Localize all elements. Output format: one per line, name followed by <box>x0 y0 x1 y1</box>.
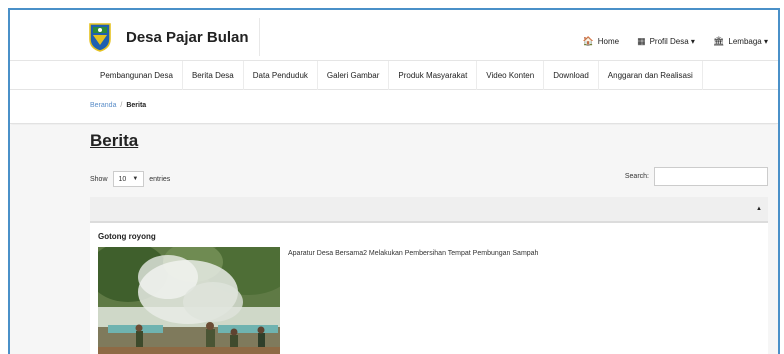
menu-item-data-penduduk[interactable]: Data Penduduk <box>244 61 318 91</box>
regency-logo-icon <box>89 23 111 52</box>
menu-item-download[interactable]: Download <box>544 61 599 91</box>
page-title: Berita <box>90 131 139 150</box>
table-row[interactable]: Gotong royong Aparatur Desa Bersama2 Mel… <box>90 223 768 354</box>
top-navigation: 🏠 Home ▦ Profil Desa ▾ 🏛 Lembaga ▾ <box>565 36 769 47</box>
breadcrumb-separator: / <box>120 102 123 109</box>
search-label: Search: <box>624 173 649 180</box>
institution-icon: 🏛 <box>712 36 725 46</box>
browser-frame: Desa Pajar Bulan 🏠 Home ▦ Profil Desa ▾ … <box>8 8 780 354</box>
table-search: Search: <box>625 167 768 186</box>
menu-item-galeri-gambar[interactable]: Galeri Gambar <box>318 61 390 91</box>
news-thumbnail-photo[interactable] <box>98 247 280 354</box>
nav-lembaga-label: Lembaga ▾ <box>728 37 768 46</box>
menu-item-video-konten[interactable]: Video Konten <box>477 61 545 91</box>
main-content: Berita Show 10 ▼ entries Search: ▲ Goton… <box>10 125 778 354</box>
search-input[interactable] <box>654 167 768 186</box>
site-header: Desa Pajar Bulan 🏠 Home ▦ Profil Desa ▾ … <box>10 10 778 58</box>
gotong-royong-photo <box>98 247 280 354</box>
breadcrumb-bar: Beranda / Berita <box>10 90 778 124</box>
breadcrumb: Beranda / Berita <box>90 102 146 109</box>
breadcrumb-home-link[interactable]: Beranda <box>90 102 116 109</box>
menu-item-anggaran-realisasi[interactable]: Anggaran dan Realisasi <box>599 61 703 91</box>
sort-ascending-icon[interactable]: ▲ <box>756 206 762 212</box>
nav-profil-desa-label: Profil Desa ▾ <box>649 37 695 46</box>
nav-lembaga-dropdown[interactable]: 🏛 Lembaga ▾ <box>713 36 768 47</box>
show-label: Show <box>90 175 108 183</box>
menu-item-berita-desa[interactable]: Berita Desa <box>183 61 244 91</box>
site-title: Desa Pajar Bulan <box>126 28 249 46</box>
home-icon: 🏠 <box>582 36 594 46</box>
grid-icon: ▦ <box>637 36 646 46</box>
menu-item-pembangunan-desa[interactable]: Pembangunan Desa <box>90 61 183 91</box>
breadcrumb-current: Berita <box>126 102 147 109</box>
caret-down-icon: ▼ <box>132 176 139 182</box>
nav-home[interactable]: 🏠 Home <box>583 36 620 47</box>
page-size-value: 10 <box>118 175 127 183</box>
brand[interactable]: Desa Pajar Bulan <box>88 18 260 56</box>
page-size-control: Show 10 ▼ entries <box>90 171 170 187</box>
menu-item-produk-masyarakat[interactable]: Produk Masyarakat <box>389 61 478 91</box>
entries-label: entries <box>149 175 171 183</box>
news-title[interactable]: Gotong royong <box>98 232 156 241</box>
main-navigation: Pembangunan Desa Berita Desa Data Pendud… <box>10 60 778 91</box>
news-description: Aparatur Desa Bersama2 Melakukan Pembers… <box>288 250 539 257</box>
nav-home-label: Home <box>597 37 620 46</box>
table-header[interactable]: ▲ <box>90 197 768 223</box>
page-size-select[interactable]: 10 ▼ <box>112 171 145 187</box>
nav-profil-desa-dropdown[interactable]: ▦ Profil Desa ▾ <box>637 36 695 47</box>
